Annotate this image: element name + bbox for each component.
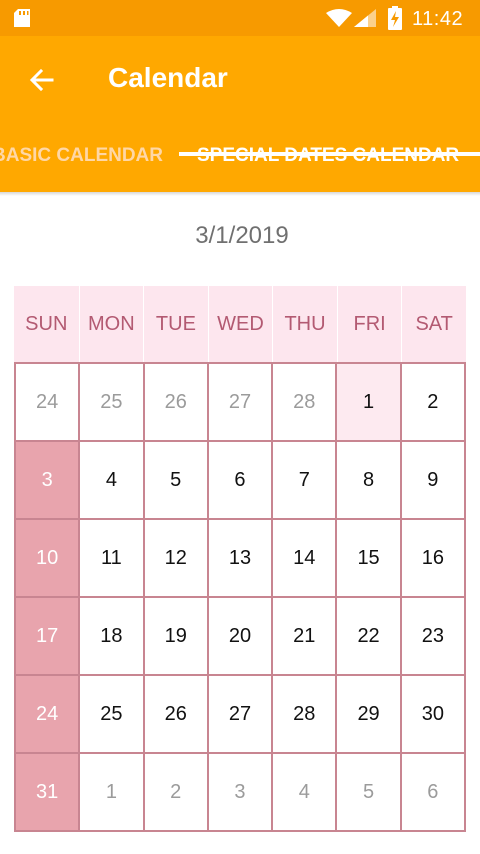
tab-special-dates-calendar[interactable]: SPECIAL DATES CALENDAR [197,128,459,192]
special-date-cell[interactable]: 17 [16,598,79,674]
date-cell[interactable]: 27 [208,676,272,752]
date-cell[interactable]: 5 [144,442,207,518]
date-cell[interactable]: 26 [144,676,207,752]
date-cell[interactable]: 15 [337,520,400,596]
special-date-cell[interactable]: 10 [16,520,79,596]
date-cell[interactable]: 18 [80,598,143,674]
battery-charging-icon [388,6,402,30]
date-cell[interactable]: 19 [144,598,207,674]
weekday-tue: TUE [143,286,208,362]
tab-basic-calendar[interactable]: BASIC CALENDAR [0,128,163,192]
app-bar-shadow [0,192,480,196]
weekday-fri: FRI [336,286,402,362]
date-cell[interactable]: 6 [401,754,464,830]
date-cell[interactable]: 21 [273,598,336,674]
weekday-sat: SAT [401,286,466,362]
date-cell[interactable]: 4 [80,442,143,518]
date-cell[interactable]: 25 [80,676,143,752]
date-cell[interactable]: 28 [273,676,336,752]
selected-date: 3/1/2019 [195,222,289,249]
weekday-wed: WED [207,286,273,362]
date-cell[interactable]: 13 [208,520,272,596]
date-cell[interactable]: 25 [80,364,143,440]
weekday-mon: MON [78,286,144,362]
calendar: SUN MON TUE WED THU FRI SAT 24 25 26 27 28 1 2… [14,286,466,832]
date-cell[interactable]: 1 [80,754,143,830]
date-cell[interactable]: 5 [337,754,400,830]
date-cell[interactable]: 4 [273,754,336,830]
special-date-cell[interactable]: 24 [16,676,79,752]
date-cell[interactable]: 8 [337,442,400,518]
date-cell[interactable]: 3 [208,754,272,830]
arrow-back-icon[interactable] [26,64,58,96]
date-cell[interactable]: 14 [273,520,336,596]
date-cell[interactable]: 16 [401,520,464,596]
weekday-header: SUN MON TUE WED THU FRI SAT [14,286,466,362]
day-grid: 24 25 26 27 28 1 2 3 4 5 6 7 8 9 10 11 12 13 14 15 16 17 18 19 2… [14,362,466,832]
date-cell[interactable]: 29 [337,676,400,752]
date-cell[interactable]: 22 [337,598,400,674]
weekday-thu: THU [272,286,337,362]
page-title: Calendar [108,62,228,93]
date-cell[interactable]: 12 [144,520,207,596]
special-date-cell[interactable]: 31 [16,754,79,830]
date-cell[interactable]: 30 [401,676,464,752]
tab-indicator [179,152,480,156]
date-cell[interactable]: 7 [273,442,336,518]
app-bar: Calendar BASIC CALENDAR SPECIAL DATES CA… [0,36,480,192]
date-cell[interactable]: 23 [401,598,464,674]
date-cell[interactable]: 9 [401,442,464,518]
date-cell[interactable]: 2 [144,754,207,830]
status-bar: 11:42 [0,0,480,36]
tab-bar: BASIC CALENDAR SPECIAL DATES CALENDAR [0,128,480,192]
date-cell[interactable]: 11 [80,520,143,596]
date-cell[interactable]: 27 [208,364,272,440]
wifi-icon [326,9,352,27]
weekday-sun: SUN [14,286,79,362]
date-cell[interactable]: 24 [16,364,79,440]
date-cell[interactable]: 26 [144,364,207,440]
signal-icon [354,9,376,27]
date-cell[interactable]: 6 [208,442,272,518]
status-time: 11:42 [412,8,464,30]
special-date-cell[interactable]: 3 [16,442,79,518]
date-cell[interactable]: 28 [273,364,336,440]
date-cell[interactable]: 2 [401,364,464,440]
today-cell[interactable]: 1 [337,364,400,440]
date-cell[interactable]: 20 [208,598,272,674]
sd-card-icon [14,9,30,27]
